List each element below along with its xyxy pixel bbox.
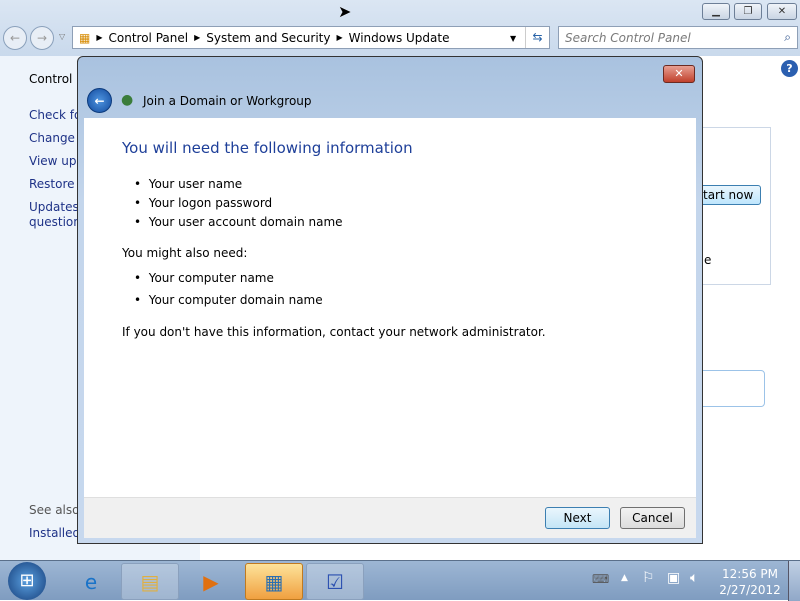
optional-list: • Your computer name • Your computer dom…	[134, 271, 323, 315]
action-center-flag-icon[interactable]: ⚐	[642, 570, 655, 586]
list-item: • Your computer name	[134, 271, 274, 285]
control-panel-icon: ▦	[79, 30, 91, 45]
chevron-right-icon: ▶	[336, 33, 343, 42]
clock-date: 2/27/2012	[719, 583, 781, 597]
sidebar-updates-faq-2[interactable]: question	[29, 215, 81, 229]
forward-button[interactable]: →	[30, 26, 54, 50]
taskbar: ⊞ e ▤ ▶ ▦ ☑ ⌨ ▲ ⚐ ▣ 🔈︎ 12:56 PM 2/27/2012	[0, 560, 800, 601]
restore-button[interactable]: ❐	[734, 3, 762, 20]
refresh-icon[interactable]: ⇆	[525, 27, 549, 48]
start-now-label: tart now	[703, 188, 754, 202]
item-text: Your computer name	[148, 271, 274, 285]
sidebar-updates-faq[interactable]: Updates:	[29, 200, 83, 214]
mouse-cursor-icon: ➤	[338, 2, 352, 21]
network-user-icon: ●	[121, 92, 134, 108]
dialog-back-button[interactable]: ←	[87, 88, 112, 113]
dialog-close-button[interactable]: ✕	[663, 65, 695, 83]
search-placeholder: Search Control Panel	[565, 31, 691, 45]
search-icon[interactable]: ⌕	[784, 30, 791, 45]
internet-explorer-icon[interactable]: e	[62, 563, 120, 600]
might-need-label: You might also need:	[122, 246, 248, 260]
network-icon[interactable]: ▣	[667, 570, 680, 586]
back-button[interactable]: ←	[3, 26, 27, 50]
item-text: Your computer domain name	[148, 293, 323, 307]
clock-time: 12:56 PM	[722, 567, 778, 581]
address-dropdown-icon[interactable]: ▼	[510, 34, 516, 43]
minimize-button[interactable]: ▁	[702, 3, 730, 20]
help-icon[interactable]: ?	[781, 60, 798, 77]
windows-update-taskbar-icon[interactable]: ☑	[306, 563, 364, 600]
sidebar-home-link[interactable]: Control P	[29, 72, 83, 86]
list-item: • Your user account domain name	[134, 215, 343, 229]
dialog-body: You will need the following information …	[84, 118, 696, 497]
cancel-button[interactable]: Cancel	[620, 507, 685, 529]
list-item: • Your logon password	[134, 196, 273, 210]
dialog-title: Join a Domain or Workgroup	[143, 94, 312, 108]
next-button[interactable]: Next	[545, 507, 610, 529]
search-input[interactable]: Search Control Panel ⌕	[558, 26, 798, 49]
join-domain-dialog: ✕ ← ● Join a Domain or Workgroup You wil…	[77, 56, 703, 544]
address-bar[interactable]: ▦ ▶ Control Panel ▶ System and Security ▶ W…	[72, 26, 550, 49]
volume-icon[interactable]: 🔈︎	[690, 570, 698, 586]
item-text: Your user name	[148, 177, 243, 191]
explorer-folder-icon[interactable]: ▤	[121, 563, 179, 600]
chevron-right-icon: ▶	[96, 33, 103, 42]
breadcrumb-system-security[interactable]: System and Security	[206, 31, 330, 45]
item-text: Your user account domain name	[148, 215, 343, 229]
keyboard-icon[interactable]: ⌨	[592, 572, 609, 586]
chevron-right-icon: ▶	[194, 33, 201, 42]
list-item: • Your computer domain name	[134, 293, 323, 307]
control-panel-taskbar-icon[interactable]: ▦	[245, 563, 303, 600]
sidebar-view-history[interactable]: View upd	[29, 154, 84, 168]
close-button[interactable]: ✕	[767, 3, 797, 20]
clock[interactable]: 12:56 PM 2/27/2012	[716, 566, 784, 598]
installed-updates-link[interactable]: Installed	[29, 526, 80, 540]
sidebar-check-updates[interactable]: Check fo	[29, 108, 81, 122]
dialog-heading: You will need the following information	[122, 139, 413, 157]
start-button[interactable]: ⊞	[8, 562, 46, 600]
panel-text: e	[704, 253, 712, 267]
item-text: Your logon password	[148, 196, 273, 210]
recent-pages-dropdown[interactable]: ▽	[59, 32, 65, 41]
dialog-note: If you don't have this information, cont…	[122, 325, 546, 339]
breadcrumb-windows-update[interactable]: Windows Update	[349, 31, 450, 45]
window-titlebar: ▁ ❐ ✕ ← → ▽ ▦ ▶ Control Panel ▶ System and…	[0, 0, 800, 56]
dialog-footer: Next Cancel	[84, 497, 696, 538]
show-hidden-icons[interactable]: ▲	[621, 573, 628, 583]
see-also-label: See also	[29, 503, 80, 517]
breadcrumb-control-panel[interactable]: Control Panel	[109, 31, 189, 45]
required-list: • Your user name • Your logon password •…	[134, 177, 343, 234]
list-item: • Your user name	[134, 177, 243, 191]
media-player-icon[interactable]: ▶	[182, 563, 240, 600]
show-desktop-button[interactable]	[788, 561, 800, 601]
